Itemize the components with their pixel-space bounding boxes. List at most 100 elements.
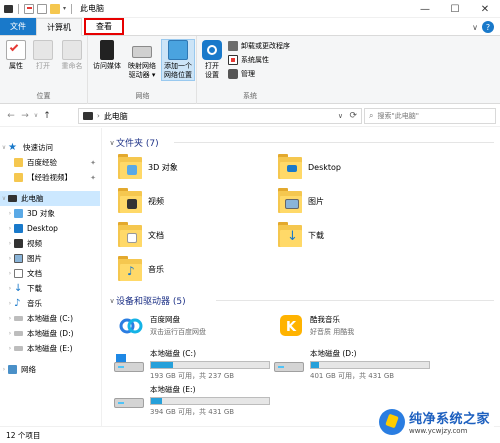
nav-item-baidu-jingyan[interactable]: 百度经验 ✦ xyxy=(0,155,100,170)
map-network-drive-button[interactable]: 映射网络 驱动器 ▾ xyxy=(124,40,160,80)
app-baidu-netdisk[interactable]: 百度网盘 双击运行百度网盘 xyxy=(118,312,206,338)
drive-name: 本地磁盘 (E:) xyxy=(150,385,196,394)
nav-item-videos[interactable]: › 视频 xyxy=(0,236,100,251)
chevron-down-icon[interactable]: ∨ xyxy=(338,112,343,120)
chevron-right-icon[interactable]: › xyxy=(6,270,14,277)
drive-d[interactable]: 本地磁盘 (D:) 401 GB 可用，共 431 GB xyxy=(274,348,430,381)
nav-item-documents[interactable]: › 文档 xyxy=(0,266,100,281)
video-icon xyxy=(118,188,142,214)
folder-3d-objects[interactable]: 3D 对象 xyxy=(118,154,178,180)
nav-item-music[interactable]: › ♪ 音乐 xyxy=(0,296,100,311)
tab-file[interactable]: 文件 xyxy=(0,18,36,35)
3d-objects-icon xyxy=(14,209,23,218)
pictures-icon xyxy=(278,188,302,214)
close-button[interactable]: ✕ xyxy=(470,0,500,18)
chevron-down-icon[interactable]: ∨ xyxy=(472,23,478,32)
chevron-right-icon[interactable]: › xyxy=(6,300,14,307)
tab-computer[interactable]: 计算机 xyxy=(36,18,82,36)
drive-c[interactable]: 本地磁盘 (C:) 193 GB 可用，共 237 GB xyxy=(114,348,270,381)
folder-pictures[interactable]: 图片 xyxy=(278,188,324,214)
chevron-right-icon[interactable]: › xyxy=(6,255,14,262)
nav-item-desktop[interactable]: › Desktop xyxy=(0,221,100,236)
open-settings-button[interactable]: 打开 设置 xyxy=(201,40,223,80)
chevron-right-icon[interactable]: › xyxy=(6,315,14,322)
chevron-down-icon[interactable]: ∨ xyxy=(108,297,116,305)
watermark-url: www.ycwjzy.com xyxy=(408,427,468,435)
properties-quick-icon[interactable] xyxy=(24,3,34,14)
chevron-down-icon[interactable]: ∨ xyxy=(0,144,8,151)
drive-icon xyxy=(114,354,144,376)
nav-item-drive-d[interactable]: › 本地磁盘 (D:) xyxy=(0,326,100,341)
folders-section-header[interactable]: ∨ 文件夹 (7) xyxy=(108,136,158,150)
customize-toolbar-icon[interactable]: ▾ xyxy=(63,5,66,12)
add-network-location-button[interactable]: 添加一个 网络位置 xyxy=(161,39,195,81)
star-icon: ★ xyxy=(8,142,17,153)
window-title: 此电脑 xyxy=(80,4,105,13)
devices-section-header[interactable]: ∨ 设备和驱动器 (5) xyxy=(108,294,185,308)
nav-item-drive-e[interactable]: › 本地磁盘 (E:) xyxy=(0,341,100,356)
folder-music[interactable]: ♪ 音乐 xyxy=(118,256,164,282)
access-media-button[interactable]: 访问媒体 xyxy=(92,40,122,71)
folder-quick-icon[interactable] xyxy=(50,3,60,14)
folder-videos[interactable]: 视频 xyxy=(118,188,164,214)
chevron-right-icon[interactable]: › xyxy=(0,366,8,373)
minimize-button[interactable]: — xyxy=(410,0,440,18)
back-icon[interactable]: ← xyxy=(4,111,18,121)
properties-button[interactable]: 属性 xyxy=(4,40,28,71)
maximize-button[interactable]: ☐ xyxy=(440,0,470,18)
search-icon: ⌕ xyxy=(369,111,374,120)
nav-item-quick-access[interactable]: ∨ ★ 快速访问 xyxy=(0,140,100,155)
address-field[interactable]: › 此电脑 ∨ ⟳ xyxy=(78,108,362,124)
manage-button[interactable]: 管理 xyxy=(228,69,255,79)
chevron-right-icon[interactable]: › xyxy=(6,210,14,217)
refresh-icon[interactable]: ⟳ xyxy=(349,111,357,121)
media-icon xyxy=(100,40,114,60)
nav-item-downloads[interactable]: › ↓ 下载 xyxy=(0,281,100,296)
nav-item-drive-c[interactable]: › 本地磁盘 (C:) xyxy=(0,311,100,326)
app-name: 百度网盘 xyxy=(150,314,180,324)
chevron-down-icon[interactable]: ∨ xyxy=(0,195,8,202)
nav-item-network[interactable]: › 网络 xyxy=(0,362,100,377)
new-folder-quick-icon[interactable] xyxy=(37,3,47,14)
nav-item-this-pc[interactable]: ∨ 此电脑 xyxy=(0,191,100,206)
ribbon: 属性 打开 重命名 位置 访问媒体 映射网络 驱动器 ▾ 添加一个 网络位置 网… xyxy=(0,36,500,104)
folder-documents[interactable]: 文档 xyxy=(118,222,164,248)
folder-desktop[interactable]: Desktop xyxy=(278,154,341,180)
drive-usage-bar xyxy=(150,361,270,369)
recent-locations-icon[interactable]: ∨ xyxy=(32,112,40,119)
chevron-right-icon[interactable]: › xyxy=(6,285,14,292)
help-icon[interactable]: ? xyxy=(482,21,494,33)
watermark-logo-icon xyxy=(378,408,405,435)
tab-view[interactable]: 查看 xyxy=(84,18,124,35)
open-button[interactable]: 打开 xyxy=(31,40,55,71)
nav-item-pictures[interactable]: › 图片 xyxy=(0,251,100,266)
search-input[interactable]: ⌕ 搜索"此电脑" xyxy=(364,108,496,124)
drive-e[interactable]: 本地磁盘 (E:) 394 GB 可用，共 431 GB xyxy=(114,384,270,417)
rename-button[interactable]: 重命名 xyxy=(58,40,86,71)
chevron-right-icon[interactable]: › xyxy=(6,330,14,337)
system-group: 打开 设置 卸载或更改程序 系统属性 管理 系统 xyxy=(198,36,302,104)
system-properties-button[interactable]: 系统属性 xyxy=(228,55,269,65)
content-pane: ∨ 文件夹 (7) 3D 对象 Desktop 视频 图片 文档 ↓ 下载 ♪ … xyxy=(104,128,500,426)
explorer-app-icon xyxy=(4,4,13,13)
app-description: 双击运行百度网盘 xyxy=(150,327,206,336)
nav-item-3d-objects[interactable]: › 3D 对象 xyxy=(0,206,100,221)
forward-icon[interactable]: → xyxy=(18,111,32,121)
music-icon: ♪ xyxy=(14,298,21,309)
chevron-right-icon[interactable]: › xyxy=(6,240,14,247)
chevron-right-icon[interactable]: › xyxy=(6,225,14,232)
chevron-right-icon[interactable]: › xyxy=(97,112,100,120)
chevron-down-icon[interactable]: ∨ xyxy=(108,139,116,147)
nav-item-experience-video[interactable]: 【经验视频】 ✦ xyxy=(0,170,100,185)
uninstall-program-button[interactable]: 卸载或更改程序 xyxy=(228,41,290,51)
search-placeholder: 搜索"此电脑" xyxy=(377,112,419,120)
app-kuwo-music[interactable]: K 酷我音乐 好音质 用酷我 xyxy=(278,312,354,338)
up-icon[interactable]: ↑ xyxy=(40,111,54,121)
folder-downloads[interactable]: ↓ 下载 xyxy=(278,222,324,248)
ribbon-tabs: 文件 计算机 查看 ∨ ? xyxy=(0,18,500,36)
divider xyxy=(216,300,494,301)
uninstall-icon xyxy=(228,41,238,51)
video-icon xyxy=(14,239,23,248)
chevron-right-icon[interactable]: › xyxy=(6,345,14,352)
drive-icon xyxy=(274,354,304,376)
